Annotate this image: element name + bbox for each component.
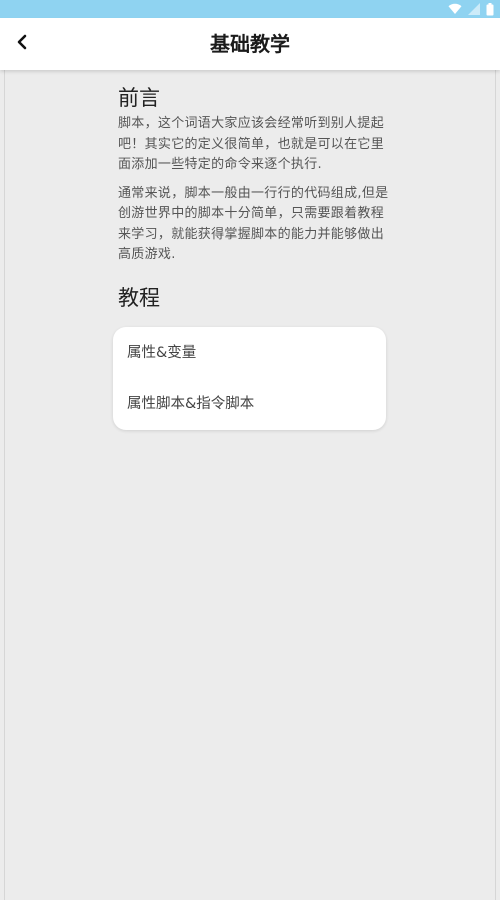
chevron-left-icon: [15, 34, 29, 54]
text-column: 前言 脚本，这个词语大家应该会经常听到别人提起吧！其实它的定义很简单，也就是可以…: [118, 84, 390, 312]
wifi-icon: [448, 3, 462, 15]
tutorial-title: 教程: [118, 285, 160, 310]
tutorial-item-attributes-variables[interactable]: 属性&变量: [113, 341, 386, 366]
status-icons: [448, 2, 494, 16]
signal-icon: [468, 3, 480, 15]
app-bar: 基础教学: [0, 18, 500, 70]
back-button[interactable]: [8, 30, 36, 58]
preface-paragraph-2: 通常来说，脚本一般由一行行的代码组成,但是创游世界中的脚本十分简单，只需要跟着教…: [118, 185, 389, 263]
tutorial-item-attribute-command-scripts[interactable]: 属性脚本&指令脚本: [113, 392, 386, 417]
preface-paragraph-1: 脚本，这个词语大家应该会经常听到别人提起吧！其实它的定义很简单，也就是可以在它里…: [118, 116, 385, 172]
main-content: 前言 脚本，这个词语大家应该会经常听到别人提起吧！其实它的定义很简单，也就是可以…: [0, 70, 500, 900]
left-edge-divider: [4, 70, 5, 900]
tutorial-card: 属性&变量 属性脚本&指令脚本: [113, 327, 386, 430]
page-title: 基础教学: [210, 32, 290, 56]
status-bar: [0, 0, 500, 18]
preface-title: 前言: [118, 86, 160, 110]
battery-icon: [486, 2, 494, 16]
right-edge-divider: [495, 70, 496, 900]
